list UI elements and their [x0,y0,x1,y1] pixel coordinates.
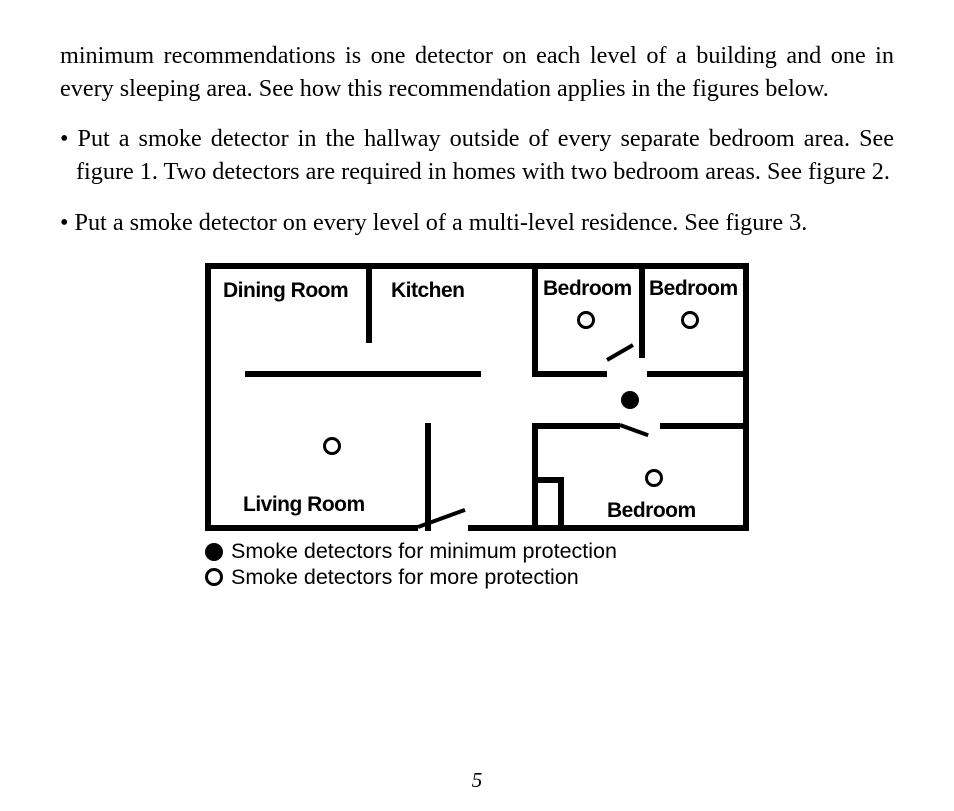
legend-dot-open-icon [205,568,223,586]
wall [425,423,431,531]
wall [532,269,538,377]
door-swing [619,423,649,437]
detector-open-icon [577,311,595,329]
wall [660,423,749,429]
room-label-kitchen: Kitchen [391,279,465,303]
wall [205,263,749,269]
detector-filled-icon [621,391,639,409]
floor-plan: Dining Room Kitchen Bedroom Bedroom Livi… [205,263,749,531]
room-label-bedroom-tl: Bedroom [543,277,632,301]
intro-paragraph: minimum recommendations is one detector … [60,40,894,105]
figure-wrapper: Dining Room Kitchen Bedroom Bedroom Livi… [60,257,894,590]
wall [366,269,372,343]
wall [205,525,418,531]
wall [532,371,607,377]
wall [245,371,481,377]
wall [639,269,645,358]
wall [647,371,749,377]
room-label-bedroom-br: Bedroom [607,499,696,523]
bullet-item-1: • Put a smoke detector in the hallway ou… [60,123,894,188]
detector-open-icon [681,311,699,329]
room-label-bedroom-tr: Bedroom [649,277,738,301]
legend-text-more: Smoke detectors for more protection [231,565,579,590]
wall [205,263,211,531]
room-label-dining: Dining Room [223,279,348,303]
room-label-living: Living Room [243,493,365,517]
bullet-item-2: • Put a smoke detector on every level of… [60,207,894,240]
detector-open-icon [323,437,341,455]
legend: Smoke detectors for minimum protection S… [205,539,749,590]
door-swing [606,344,634,362]
page-number: 5 [0,768,954,793]
detector-open-icon [645,469,663,487]
legend-text-min: Smoke detectors for minimum protection [231,539,617,564]
wall [532,423,620,429]
wall [468,525,749,531]
legend-dot-filled-icon [205,543,223,561]
wall [743,263,749,531]
wall [558,477,564,531]
